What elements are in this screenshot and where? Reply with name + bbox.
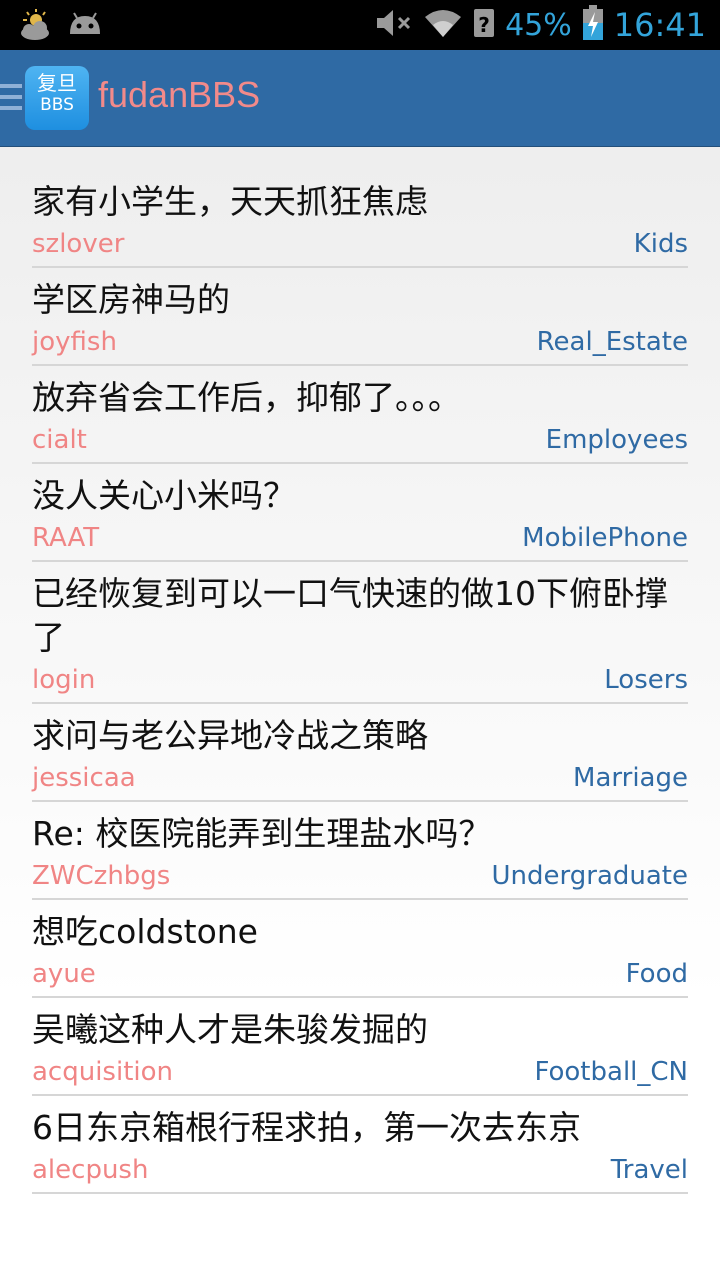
post-board: Real_Estate (536, 327, 688, 357)
post-board: MobilePhone (522, 523, 688, 553)
post-title: 已经恢复到可以一口气快速的做10下俯卧撑了 (32, 574, 668, 657)
post-board: Food (625, 959, 688, 989)
post-author: login (32, 665, 96, 695)
post-item[interactable]: 已经恢复到可以一口气快速的做10下俯卧撑了 login Losers (32, 562, 688, 704)
post-item[interactable]: 想吃coldstone ayue Food (32, 900, 688, 998)
post-board: Marriage (573, 763, 688, 793)
post-author: jessicaa (32, 763, 136, 793)
post-list: 家有小学生，天天抓狂焦虑 szlover Kids 学区房神马的 joyfish… (32, 170, 688, 1194)
post-title: 学区房神马的 (32, 280, 230, 319)
post-item[interactable]: 没人关心小米吗？ RAAT MobilePhone (32, 464, 688, 562)
post-author: acquisition (32, 1057, 174, 1087)
post-title: 家有小学生，天天抓狂焦虑 (32, 182, 428, 221)
post-title: 没人关心小米吗？ (32, 476, 296, 515)
post-board: Undergraduate (491, 861, 688, 891)
post-title: 6日东京箱根行程求拍，第一次去东京 (32, 1108, 581, 1147)
post-author: szlover (32, 229, 125, 259)
post-item[interactable]: 家有小学生，天天抓狂焦虑 szlover Kids (32, 170, 688, 268)
mute-icon (375, 8, 413, 42)
app-title: fudanBBS (98, 74, 261, 115)
svg-text:?: ? (478, 13, 490, 37)
post-author: cialt (32, 425, 87, 455)
app-logo-line2: BBS (40, 95, 74, 115)
action-bar: 复旦 BBS fudanBBS (0, 50, 720, 147)
signal-icon: ? (473, 7, 495, 43)
post-board: Travel (610, 1155, 688, 1185)
post-item[interactable]: Re: 校医院能弄到生理盐水吗？ ZWCzhbgs Undergraduate (32, 802, 688, 900)
post-author: joyfish (32, 327, 117, 357)
app-logo-line1: 复旦 (37, 71, 77, 95)
wifi-icon (423, 7, 463, 43)
android-icon (66, 8, 104, 46)
weather-icon (18, 8, 54, 46)
post-author: ZWCzhbgs (32, 861, 171, 891)
post-board: Employees (545, 425, 688, 455)
post-board: Football_CN (534, 1057, 688, 1087)
post-title: 吴曦这种人才是朱骏发掘的 (32, 1010, 428, 1049)
post-item[interactable]: 6日东京箱根行程求拍，第一次去东京 alecpush Travel (32, 1096, 688, 1194)
post-title: Re: 校医院能弄到生理盐水吗？ (32, 814, 492, 853)
drawer-menu-icon[interactable] (0, 84, 22, 114)
post-item[interactable]: 吴曦这种人才是朱骏发掘的 acquisition Football_CN (32, 998, 688, 1096)
post-title: 放弃省会工作后，抑郁了。。。 (32, 378, 461, 417)
post-author: RAAT (32, 523, 100, 553)
battery-percent: 45% (505, 7, 572, 43)
post-title: 求问与老公异地冷战之策略 (32, 716, 428, 755)
post-author: alecpush (32, 1155, 149, 1185)
app-logo[interactable]: 复旦 BBS (25, 66, 89, 130)
post-item[interactable]: 学区房神马的 joyfish Real_Estate (32, 268, 688, 366)
post-board: Kids (633, 229, 688, 259)
post-title: 想吃coldstone (32, 912, 258, 951)
post-item[interactable]: 求问与老公异地冷战之策略 jessicaa Marriage (32, 704, 688, 802)
post-item[interactable]: 放弃省会工作后，抑郁了。。。 cialt Employees (32, 366, 688, 464)
post-board: Losers (604, 665, 688, 695)
battery-charging-icon (582, 5, 604, 45)
status-bar: ? 45% 16:41 (0, 0, 720, 50)
clock-time: 16:41 (613, 6, 706, 44)
post-author: ayue (32, 959, 96, 989)
